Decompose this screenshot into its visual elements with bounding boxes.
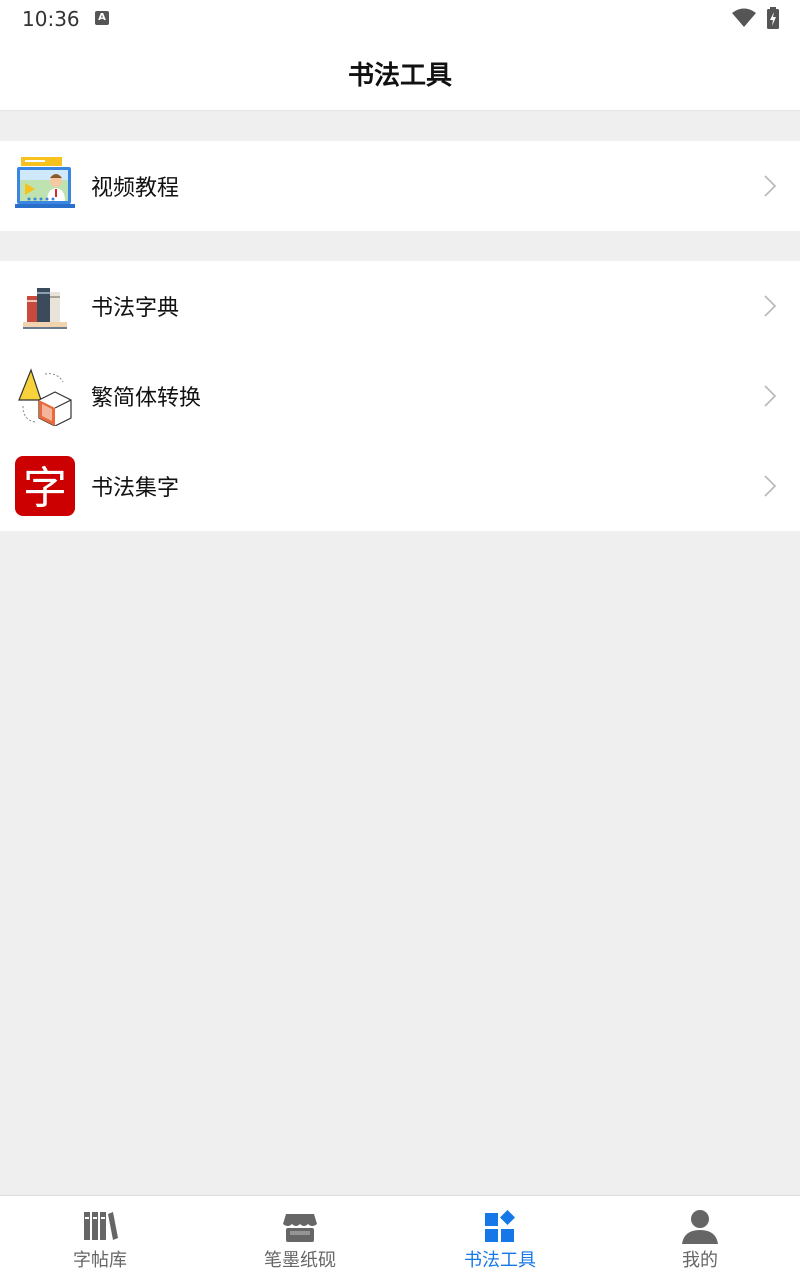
- nav-tab-copybook-library[interactable]: 字帖库: [0, 1196, 200, 1280]
- shape-convert-icon: [18, 368, 72, 426]
- status-icons: [732, 7, 780, 29]
- wifi-icon: [732, 8, 756, 27]
- nav-tab-calligraphy-tools[interactable]: 书法工具: [400, 1196, 600, 1280]
- nav-label: 笔墨纸砚: [264, 1250, 336, 1271]
- chevron-right-icon: [764, 295, 776, 317]
- zi-character-icon: 字: [15, 456, 75, 516]
- menu-item-calligraphy-dictionary[interactable]: 书法字典: [0, 261, 800, 351]
- menu-item-label: 视频教程: [91, 176, 180, 201]
- notification-icon: A: [95, 11, 109, 25]
- status-bar: 10:36 A: [0, 0, 800, 36]
- menu-item-video-tutorial[interactable]: 视频教程: [0, 141, 800, 231]
- nav-label: 我的: [682, 1250, 718, 1271]
- menu-group-1: 视频教程: [0, 141, 800, 231]
- chevron-right-icon: [764, 175, 776, 197]
- menu-item-label: 书法字典: [91, 296, 180, 321]
- screen: 10:36 A 书法工具 视频教程 书法字典 繁简体转换 字 书法集字 字帖库 …: [0, 0, 800, 1280]
- zi-character-text: 字: [23, 463, 67, 514]
- video-tutorial-icon: [15, 157, 75, 208]
- bookshelf-icon: [84, 1212, 118, 1240]
- nav-label: 书法工具: [464, 1250, 536, 1271]
- nav-tab-stationery-store[interactable]: 笔墨纸砚: [200, 1196, 400, 1280]
- store-icon: [283, 1214, 317, 1242]
- menu-item-label: 书法集字: [91, 476, 180, 501]
- books-icon: [23, 288, 67, 329]
- battery-charging-icon: [767, 7, 779, 29]
- page-title: 书法工具: [347, 60, 452, 91]
- apps-grid-icon: [485, 1210, 515, 1242]
- status-time: 10:36: [22, 7, 80, 31]
- menu-item-traditional-simplified-convert[interactable]: 繁简体转换: [0, 351, 800, 441]
- nav-label: 字帖库: [73, 1250, 127, 1271]
- menu-item-calligraphy-character-collection[interactable]: 字 书法集字: [0, 441, 800, 531]
- bottom-nav: 字帖库 笔墨纸砚 书法工具 我的: [0, 1195, 800, 1280]
- person-icon: [682, 1210, 718, 1244]
- menu-group-2: 书法字典 繁简体转换 字 书法集字: [0, 261, 800, 531]
- menu-item-label: 繁简体转换: [91, 386, 202, 411]
- nav-tab-profile[interactable]: 我的: [600, 1196, 800, 1280]
- chevron-right-icon: [764, 385, 776, 407]
- chevron-right-icon: [764, 475, 776, 497]
- app-header: 书法工具: [0, 36, 800, 111]
